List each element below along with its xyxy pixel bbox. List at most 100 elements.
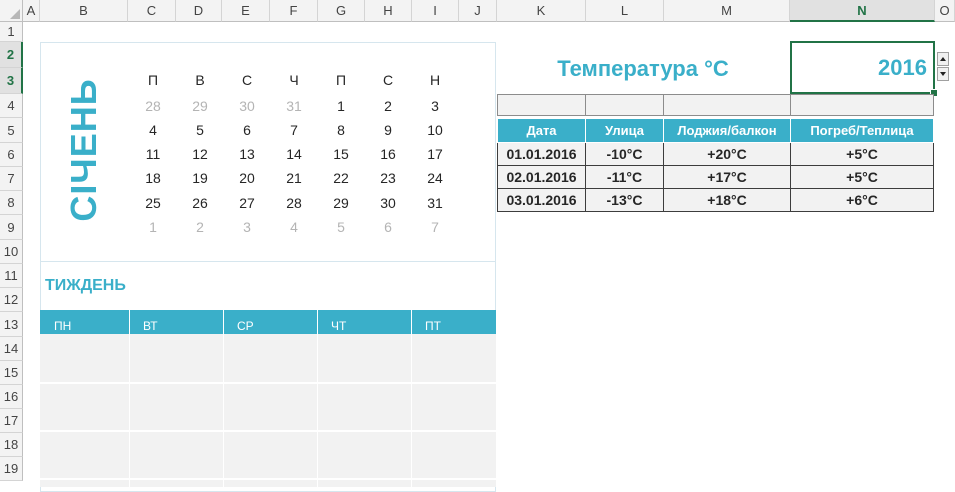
calendar-day[interactable]: 29 (180, 97, 220, 115)
spinner-up-button[interactable] (937, 52, 949, 66)
column-header-o[interactable]: O (935, 0, 955, 22)
calendar-day[interactable]: 30 (227, 97, 267, 115)
column-header-cell[interactable]: Лоджия/балкон (663, 118, 791, 143)
table-cell[interactable]: +17°C (663, 165, 791, 189)
row-header-2[interactable]: 2 (0, 42, 23, 68)
calendar-day[interactable]: 4 (274, 218, 314, 236)
table-cell[interactable]: +6°C (790, 188, 934, 212)
table-cell[interactable]: 02.01.2016 (497, 165, 586, 189)
table-cell[interactable]: +5°C (790, 142, 934, 166)
spinner-down-button[interactable] (937, 67, 949, 81)
calendar-day[interactable]: 2 (368, 97, 408, 115)
row-header-9[interactable]: 9 (0, 215, 23, 240)
table-cell[interactable]: 01.01.2016 (497, 142, 586, 166)
column-header-l[interactable]: L (586, 0, 664, 22)
week-notes-grid[interactable] (40, 334, 496, 487)
select-all-corner[interactable] (0, 0, 23, 22)
calendar-day[interactable]: 17 (415, 145, 455, 163)
calendar-day[interactable]: 18 (133, 169, 173, 187)
calendar-day[interactable]: 8 (321, 121, 361, 139)
calendar-day[interactable]: 7 (274, 121, 314, 139)
calendar-day[interactable]: 3 (227, 218, 267, 236)
table-cell[interactable]: 03.01.2016 (497, 188, 586, 212)
calendar-day[interactable]: 30 (368, 194, 408, 212)
calendar-day[interactable]: 6 (227, 121, 267, 139)
row-header-13[interactable]: 13 (0, 312, 23, 337)
column-header-n[interactable]: N (790, 0, 935, 22)
row-header-18[interactable]: 18 (0, 433, 23, 457)
row-header-7[interactable]: 7 (0, 167, 23, 191)
calendar-day[interactable]: 28 (133, 97, 173, 115)
blank-cell[interactable] (663, 94, 791, 116)
row-header-4[interactable]: 4 (0, 94, 23, 118)
row-header-19[interactable]: 19 (0, 457, 23, 481)
row-header-17[interactable]: 17 (0, 409, 23, 433)
row-header-3[interactable]: 3 (0, 68, 23, 94)
calendar-day[interactable]: 3 (415, 97, 455, 115)
row-header-6[interactable]: 6 (0, 143, 23, 167)
calendar-day[interactable]: 20 (227, 169, 267, 187)
calendar-day[interactable]: 26 (180, 194, 220, 212)
column-header-c[interactable]: C (128, 0, 176, 22)
calendar-day[interactable]: 22 (321, 169, 361, 187)
year-spinner[interactable] (937, 52, 949, 82)
row-header-11[interactable]: 11 (0, 264, 23, 288)
calendar-day[interactable]: 1 (133, 218, 173, 236)
column-header-g[interactable]: G (318, 0, 365, 22)
calendar-day[interactable]: 28 (274, 194, 314, 212)
row-header-14[interactable]: 14 (0, 337, 23, 361)
row-header-8[interactable]: 8 (0, 191, 23, 215)
calendar-day[interactable]: 5 (180, 121, 220, 139)
column-header-d[interactable]: D (176, 0, 222, 22)
table-cell[interactable]: +5°C (790, 165, 934, 189)
calendar-day[interactable]: 2 (180, 218, 220, 236)
column-header-j[interactable]: J (459, 0, 497, 22)
calendar-day[interactable]: 6 (368, 218, 408, 236)
row-header-10[interactable]: 10 (0, 240, 23, 264)
column-header-a[interactable]: A (23, 0, 40, 22)
calendar-day[interactable]: 5 (321, 218, 361, 236)
calendar-day[interactable]: 12 (180, 145, 220, 163)
temperature-title[interactable]: Температура °C (497, 44, 789, 94)
calendar-day[interactable]: 19 (180, 169, 220, 187)
calendar-day[interactable]: 24 (415, 169, 455, 187)
column-header-i[interactable]: I (412, 0, 459, 22)
calendar-day[interactable]: 10 (415, 121, 455, 139)
table-cell[interactable]: -13°C (585, 188, 664, 212)
calendar-day[interactable]: 25 (133, 194, 173, 212)
blank-cell[interactable] (585, 94, 664, 116)
blank-cell[interactable] (790, 94, 934, 116)
column-header-b[interactable]: B (40, 0, 128, 22)
table-cell[interactable]: -10°C (585, 142, 664, 166)
row-header-5[interactable]: 5 (0, 118, 23, 143)
calendar-day[interactable]: 21 (274, 169, 314, 187)
calendar-day[interactable]: 29 (321, 194, 361, 212)
column-header-h[interactable]: H (365, 0, 412, 22)
row-header-15[interactable]: 15 (0, 361, 23, 385)
table-cell[interactable]: +18°C (663, 188, 791, 212)
row-header-12[interactable]: 12 (0, 288, 23, 312)
row-header-1[interactable]: 1 (0, 22, 23, 42)
column-header-f[interactable]: F (270, 0, 318, 22)
column-header-cell[interactable]: Дата (497, 118, 586, 143)
calendar-day[interactable]: 23 (368, 169, 408, 187)
calendar-day[interactable]: 1 (321, 97, 361, 115)
column-header-m[interactable]: M (664, 0, 790, 22)
calendar-day[interactable]: 11 (133, 145, 173, 163)
column-header-k[interactable]: K (497, 0, 586, 22)
calendar-day[interactable]: 16 (368, 145, 408, 163)
table-cell[interactable]: +20°C (663, 142, 791, 166)
column-header-cell[interactable]: Улица (585, 118, 664, 143)
calendar-day[interactable]: 14 (274, 145, 314, 163)
blank-cell[interactable] (497, 94, 586, 116)
calendar-day[interactable]: 31 (274, 97, 314, 115)
calendar-day[interactable]: 9 (368, 121, 408, 139)
row-header-16[interactable]: 16 (0, 385, 23, 409)
year-cell[interactable]: 2016 (790, 41, 935, 94)
month-name[interactable]: СІЧЕНЬ (63, 78, 105, 221)
calendar-day[interactable]: 27 (227, 194, 267, 212)
calendar-day[interactable]: 15 (321, 145, 361, 163)
week-title[interactable]: ТИЖДЕНЬ (45, 277, 126, 295)
calendar-day[interactable]: 13 (227, 145, 267, 163)
table-cell[interactable]: -11°C (585, 165, 664, 189)
